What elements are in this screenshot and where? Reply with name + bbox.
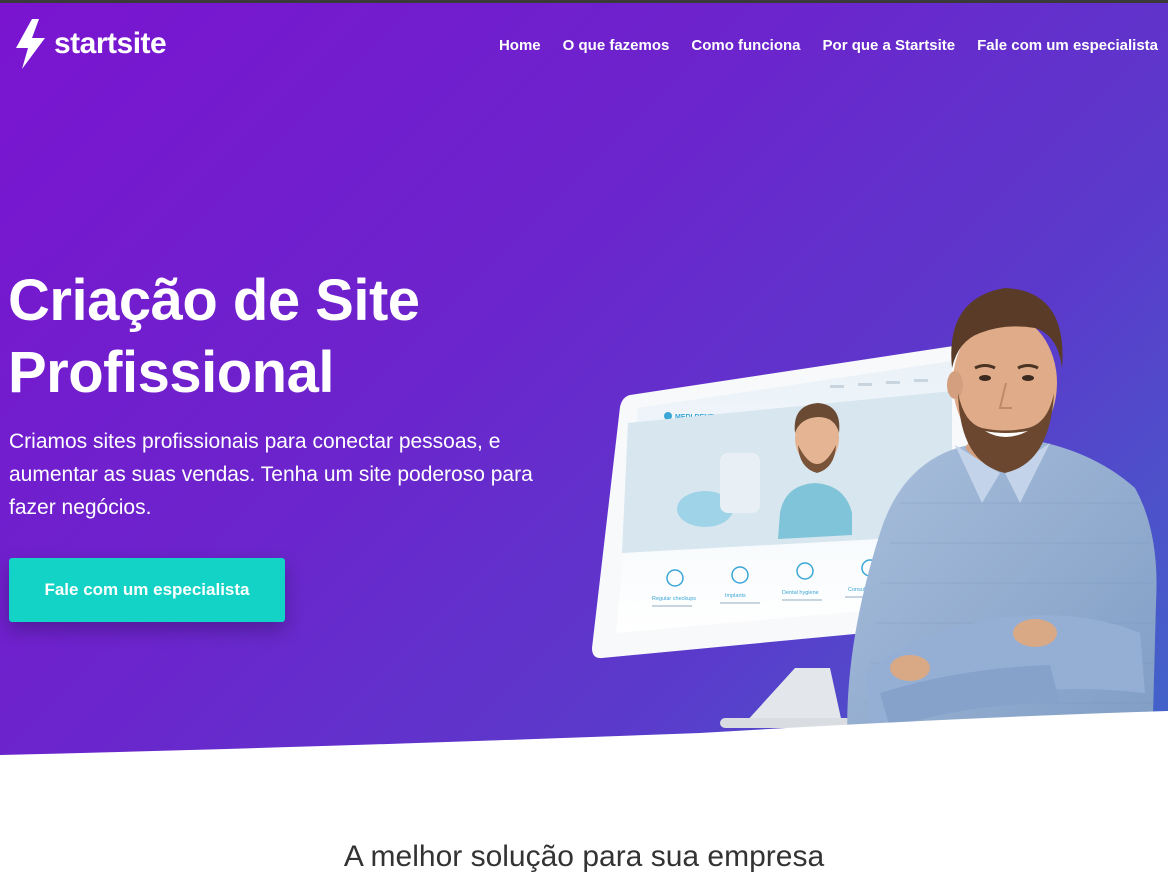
section-title: A melhor solução para sua empresa: [343, 840, 825, 873]
logo-text: startsite: [54, 27, 167, 60]
headline-line-2: Profissional: [8, 340, 334, 405]
nav-fale-especialista[interactable]: Fale com um especialista: [977, 37, 1158, 54]
nav-por-que-startsite[interactable]: Por que a Startsite: [823, 37, 956, 54]
mockup-service-3: Dental hygiene: [782, 590, 819, 596]
hero-subtitle: Criamos sites profissionais para conecta…: [9, 430, 533, 519]
hero-headline: Criação de Site Profissional: [8, 265, 568, 409]
mockup-service-2: Implants: [725, 593, 746, 599]
mockup-service-1: Regular checkups: [652, 596, 696, 602]
nav-como-funciona[interactable]: Como funciona: [691, 37, 800, 54]
logo[interactable]: startsite: [12, 17, 167, 71]
hero-wave-divider: [0, 711, 1168, 783]
nav-o-que-fazemos[interactable]: O que fazemos: [563, 37, 670, 54]
lightning-bolt-icon: [16, 19, 45, 69]
headline-line-1: Criação de Site: [8, 268, 420, 333]
main-nav: Home O que fazemos Como funciona Por que…: [499, 37, 1158, 54]
hero-section: startsite Home O que fazemos Como funcio…: [0, 3, 1168, 783]
nav-home[interactable]: Home: [499, 37, 541, 54]
cta-button[interactable]: Fale com um especialista: [9, 558, 285, 622]
